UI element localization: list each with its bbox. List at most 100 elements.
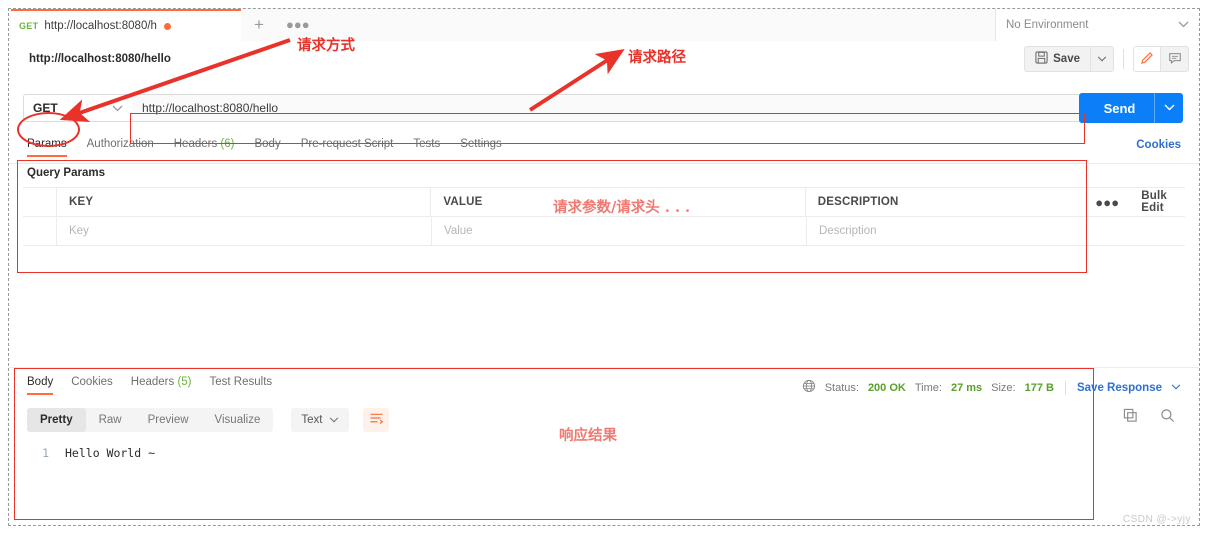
response-tab-headers[interactable]: Headers (5): [131, 376, 192, 395]
row-checkbox[interactable]: [23, 217, 57, 245]
response-tab-headers-count: (5): [177, 376, 192, 388]
row-spacer-2: [1131, 217, 1185, 245]
row-key-input[interactable]: Key: [57, 217, 432, 245]
search-icon[interactable]: [1160, 408, 1175, 426]
word-wrap-icon: [369, 412, 384, 428]
annotation-response-result: 响应结果: [559, 427, 617, 444]
row-description-input[interactable]: Description: [807, 217, 1087, 245]
postman-window: GET http://localhost:8080/h + ●●● No Env…: [8, 8, 1200, 526]
view-mode-raw[interactable]: Raw: [86, 408, 135, 432]
response-tab-test-results-label: Test Results: [209, 376, 273, 388]
table-row[interactable]: Key Value Description: [23, 217, 1185, 246]
response-pane: Body Cookies Headers (5) Test Results St…: [9, 367, 1199, 525]
new-tab-plus-icon[interactable]: +: [254, 16, 264, 33]
url-bar-row: GET http://localhost:8080/hello Send: [9, 81, 1199, 133]
response-tab-headers-label: Headers: [130, 376, 175, 388]
response-tab-cookies[interactable]: Cookies: [71, 376, 113, 395]
request-tabs: Params Authorization Headers (6) Body Pr…: [9, 133, 1199, 164]
response-tab-list: Body Cookies Headers (5) Test Results: [27, 376, 272, 395]
annotation-request-method: 请求方式: [297, 37, 355, 54]
response-meta: Status: 200 OK Time: 27 ms Size: 177 B S…: [802, 379, 1181, 396]
tab-tests-label: Tests: [413, 138, 441, 150]
breadcrumb-actions: Save: [1024, 46, 1189, 72]
tab-headers-count: (6): [220, 138, 235, 150]
response-action-icons: [1123, 408, 1175, 426]
response-format-selector[interactable]: Text: [291, 408, 350, 432]
line-text: Hello World ~: [65, 446, 156, 460]
save-response-link[interactable]: Save Response: [1077, 382, 1162, 394]
environment-label: No Environment: [1006, 19, 1089, 31]
view-mode-visualize[interactable]: Visualize: [202, 408, 274, 432]
unsaved-dot-icon: [163, 22, 171, 30]
tab-settings[interactable]: Settings: [460, 138, 502, 157]
response-tab-body[interactable]: Body: [27, 376, 54, 395]
word-wrap-button[interactable]: [363, 408, 390, 432]
row-spacer: [1087, 217, 1131, 245]
query-params-title: Query Params: [27, 167, 105, 179]
size-label: Size:: [991, 381, 1016, 394]
annotation-request-params: 请求参数/请求头 . . .: [553, 199, 691, 216]
divider: [1123, 49, 1124, 69]
row-value-input[interactable]: Value: [432, 217, 807, 245]
chevron-down-icon: [1178, 20, 1189, 31]
tab-title-label: http://localhost:8080/h: [44, 20, 157, 32]
status-label: Status:: [824, 381, 859, 394]
time-label: Time:: [914, 381, 942, 394]
pencil-icon: [1140, 51, 1154, 68]
size-value: 177 B: [1024, 381, 1054, 394]
bulk-edit-link[interactable]: Bulk Edit: [1129, 188, 1185, 216]
comment-button[interactable]: [1161, 46, 1189, 72]
breadcrumb-row: http://localhost:8080/hello Save: [9, 41, 1199, 82]
http-method-value: GET: [33, 101, 58, 115]
tab-headers-label: Headers: [173, 138, 218, 150]
chevron-down-icon: [112, 101, 123, 115]
tab-strip: GET http://localhost:8080/h + ●●● No Env…: [9, 9, 1199, 42]
tab-params-label: Params: [27, 138, 67, 150]
response-view-bar: Pretty Raw Preview Visualize Text: [27, 408, 390, 432]
chevron-down-icon: [329, 414, 339, 426]
send-button-label: Send: [1103, 100, 1136, 116]
tab-authorization-label: Authorization: [86, 138, 154, 150]
floppy-disk-icon: [1035, 51, 1048, 67]
comment-icon: [1168, 51, 1182, 68]
send-options-chevron-icon[interactable]: [1155, 103, 1183, 114]
tab-headers[interactable]: Headers (6): [174, 138, 235, 157]
code-line: 1 Hello World ~: [27, 446, 155, 460]
response-tab-body-label: Body: [27, 376, 54, 388]
tab-authorization[interactable]: Authorization: [87, 138, 154, 157]
copy-icon[interactable]: [1123, 408, 1138, 426]
tab-params[interactable]: Params: [27, 138, 67, 157]
tab-options-ellipsis-icon[interactable]: ●●●: [286, 18, 310, 31]
request-tab-list: Params Authorization Headers (6) Body Pr…: [27, 133, 502, 168]
globe-icon: [802, 379, 816, 396]
save-button[interactable]: Save: [1024, 46, 1090, 72]
cookies-link[interactable]: Cookies: [1136, 139, 1181, 151]
send-button[interactable]: Send: [1079, 93, 1183, 123]
http-method-selector[interactable]: GET: [23, 94, 133, 122]
line-number: 1: [42, 446, 49, 460]
response-tab-test-results[interactable]: Test Results: [210, 376, 273, 395]
tab-pre-request-script-label: Pre-request Script: [300, 138, 394, 150]
tab-body[interactable]: Body: [254, 138, 280, 157]
tab-tests[interactable]: Tests: [413, 138, 440, 157]
header-checkbox-cell: [23, 188, 57, 216]
tab-method-label: GET: [19, 21, 39, 31]
header-key: KEY: [57, 188, 432, 216]
watermark: CSDN @->yjy: [1122, 514, 1191, 525]
view-mode-preview[interactable]: Preview: [135, 408, 202, 432]
save-options-button[interactable]: [1090, 46, 1114, 72]
annotation-request-path: 请求路径: [628, 49, 686, 66]
table-options-ellipsis-icon[interactable]: ●●●: [1085, 188, 1129, 216]
divider: [1064, 380, 1066, 395]
response-body[interactable]: 1 Hello World ~: [27, 446, 155, 460]
request-tab-active[interactable]: GET http://localhost:8080/h: [11, 9, 241, 41]
time-value: 27 ms: [950, 381, 983, 394]
view-mode-group: Pretty Raw Preview Visualize: [27, 408, 274, 432]
url-input[interactable]: http://localhost:8080/hello: [132, 94, 1086, 122]
view-mode-pretty[interactable]: Pretty: [27, 408, 86, 432]
save-response-chevron-icon[interactable]: [1171, 382, 1181, 393]
tab-pre-request-script[interactable]: Pre-request Script: [301, 138, 394, 157]
breadcrumb-path: http://localhost:8080/hello: [29, 53, 171, 65]
edit-button[interactable]: [1133, 46, 1161, 72]
environment-selector[interactable]: No Environment: [995, 9, 1199, 41]
